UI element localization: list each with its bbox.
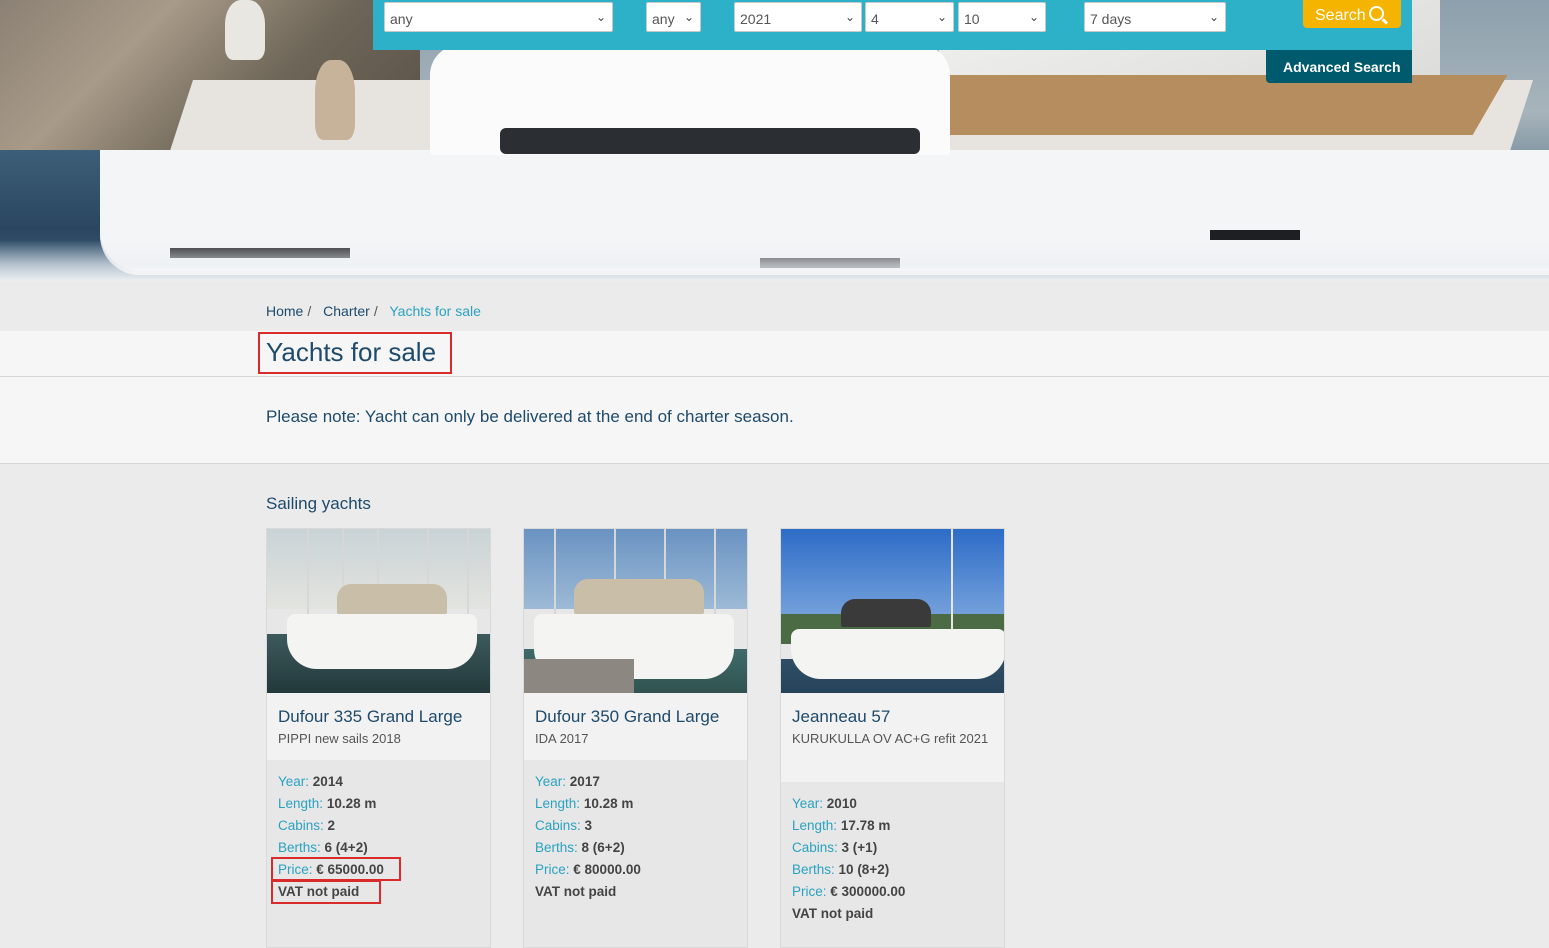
yacht-year: Year: 2017 (535, 774, 600, 789)
advanced-search-button[interactable]: Advanced Search (1266, 50, 1412, 83)
delivery-note: Please note: Yacht can only be delivered… (266, 407, 794, 426)
search-button[interactable]: Search (1303, 0, 1401, 28)
chevron-down-icon: ⌄ (1028, 10, 1039, 24)
yacht-price: Price: € 300000.00 (792, 884, 906, 899)
highlight-box (271, 857, 401, 881)
chevron-down-icon: ⌄ (844, 10, 855, 24)
highlight-box (258, 332, 452, 374)
breadcrumb-current: Yachts for sale (389, 303, 481, 319)
yacht-name[interactable]: Dufour 350 Grand Large (535, 707, 719, 727)
yacht-berths: Berths: 6 (4+2) (278, 840, 368, 855)
yacht-card[interactable]: Jeanneau 57 KURUKULLA OV AC+G refit 2021… (780, 528, 1005, 948)
yacht-length: Length: 10.28 m (278, 796, 377, 811)
yacht-cabins: Cabins: 2 (278, 818, 336, 833)
breadcrumb-home[interactable]: Home (266, 303, 303, 319)
year-select[interactable]: 2021 ⌄ (734, 2, 862, 32)
yacht-photo[interactable] (524, 529, 747, 693)
yacht-subtitle: IDA 2017 (535, 731, 589, 746)
yacht-year: Year: 2010 (792, 796, 857, 811)
yacht-name[interactable]: Dufour 335 Grand Large (278, 707, 462, 727)
yacht-name[interactable]: Jeanneau 57 (792, 707, 890, 727)
yacht-cabins: Cabins: 3 (+1) (792, 840, 878, 855)
yacht-type-select[interactable]: any ⌄ (646, 2, 701, 32)
yacht-vat: VAT not paid (792, 906, 874, 921)
section-title: Sailing yachts (266, 494, 371, 513)
highlight-box (271, 880, 381, 904)
yacht-length: Length: 17.78 m (792, 818, 891, 833)
chevron-down-icon: ⌄ (595, 10, 606, 24)
yacht-subtitle: PIPPI new sails 2018 (278, 731, 401, 746)
duration-select[interactable]: 7 days ⌄ (1084, 2, 1226, 32)
search-icon (1368, 6, 1384, 21)
yacht-berths: Berths: 10 (8+2) (792, 862, 890, 877)
yacht-price: Price: € 80000.00 (535, 862, 641, 877)
chevron-down-icon: ⌄ (683, 10, 694, 24)
yacht-photo[interactable] (781, 529, 1004, 693)
destination-select[interactable]: any ⌄ (384, 2, 613, 32)
yacht-year: Year: 2014 (278, 774, 343, 789)
search-bar: any ⌄ any ⌄ 2021 ⌄ 4 ⌄ 10 ⌄ 7 days ⌄ Sea… (373, 0, 1412, 50)
yacht-photo[interactable] (267, 529, 490, 693)
yacht-card[interactable]: Dufour 350 Grand Large IDA 2017 Year: 20… (523, 528, 748, 948)
yacht-cabins: Cabins: 3 (535, 818, 593, 833)
chevron-down-icon: ⌄ (936, 10, 947, 24)
yacht-berths: Berths: 8 (6+2) (535, 840, 625, 855)
breadcrumb-charter[interactable]: Charter (323, 303, 370, 319)
yacht-subtitle: KURUKULLA OV AC+G refit 2021 (792, 731, 989, 746)
yacht-vat: VAT not paid (535, 884, 617, 899)
month-select[interactable]: 4 ⌄ (865, 2, 954, 32)
breadcrumb: Home / Charter / Yachts for sale (266, 303, 481, 319)
day-select[interactable]: 10 ⌄ (958, 2, 1046, 32)
title-bar (0, 331, 1549, 377)
yacht-length: Length: 10.28 m (535, 796, 634, 811)
chevron-down-icon: ⌄ (1208, 10, 1219, 24)
